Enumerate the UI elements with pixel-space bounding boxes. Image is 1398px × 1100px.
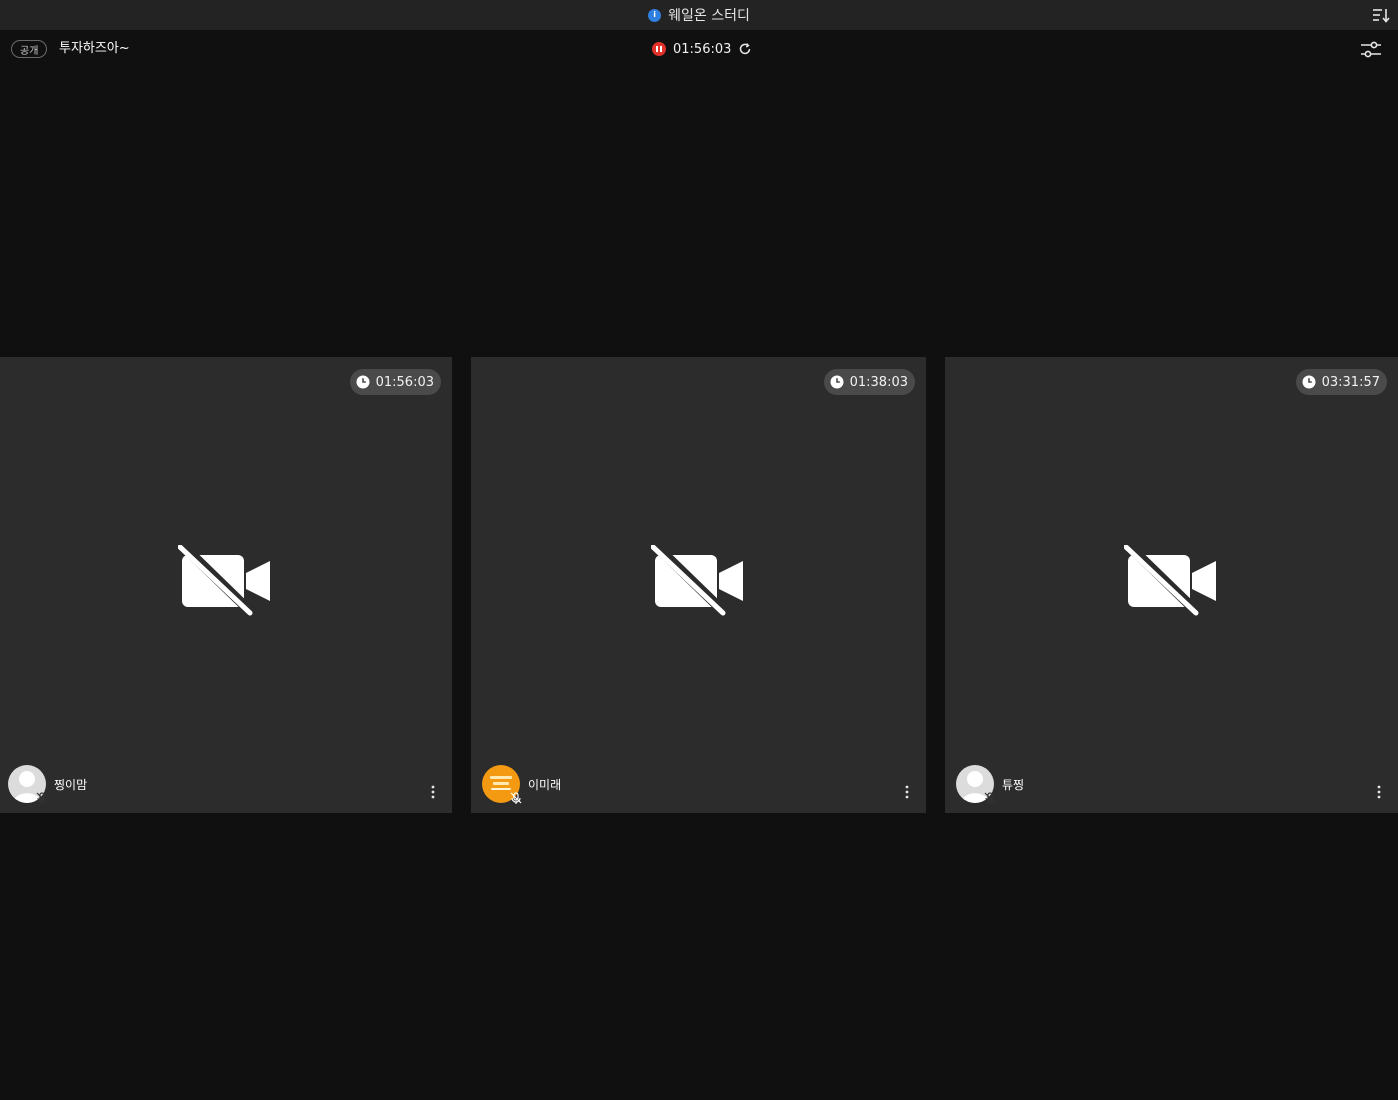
participant-info: 튜찡 — [956, 765, 1025, 804]
more-options-icon[interactable] — [430, 785, 436, 799]
participant-timer: 03:31:57 — [1295, 369, 1387, 395]
participant-name: 튜찡 — [1002, 777, 1025, 792]
settings-sliders-icon[interactable] — [1360, 40, 1382, 60]
window-titlebar: i 웨일온 스터디 — [0, 0, 1398, 30]
camera-off-icon — [178, 545, 270, 617]
participant-info: 이미래 — [482, 765, 562, 804]
room-header: 공개 투자하즈아~ 01:56:03 — [0, 30, 1398, 70]
session-timer: 01:56:03 — [652, 41, 752, 57]
more-options-icon[interactable] — [1376, 785, 1382, 799]
mic-off-icon — [984, 792, 996, 804]
participant-timer-text: 01:38:03 — [849, 374, 908, 390]
participant-info: 찡이맘 — [8, 765, 88, 804]
participant-tile[interactable]: 03:31:57 튜찡 — [945, 357, 1398, 813]
participant-timer-text: 03:31:57 — [1321, 374, 1380, 390]
more-options-icon[interactable] — [904, 785, 910, 799]
participant-timer-text: 01:56:03 — [375, 374, 434, 390]
participant-tile[interactable]: 01:56:03 찡이맘 — [0, 357, 452, 813]
camera-off-icon — [1123, 545, 1216, 617]
session-elapsed: 01:56:03 — [673, 41, 732, 57]
mic-off-icon — [36, 792, 48, 804]
sort-icon[interactable] — [1372, 6, 1390, 24]
window-title-group: i 웨일온 스터디 — [648, 5, 750, 25]
clock-icon — [1302, 375, 1316, 389]
participant-name: 찡이맘 — [54, 777, 88, 792]
refresh-icon[interactable] — [738, 42, 752, 56]
participant-timer: 01:56:03 — [349, 369, 441, 395]
camera-off-icon — [650, 545, 743, 617]
window-title: 웨일온 스터디 — [668, 8, 750, 24]
room-name: 투자하즈아~ — [59, 41, 130, 56]
clock-icon — [830, 375, 844, 389]
mic-off-icon — [510, 792, 522, 804]
participant-tile[interactable]: 01:38:03 이미래 — [471, 357, 926, 813]
visibility-badge[interactable]: 공개 — [11, 40, 48, 58]
participant-timer: 01:38:03 — [823, 369, 915, 395]
pause-recording-icon[interactable] — [652, 42, 666, 56]
participant-name: 이미래 — [528, 777, 562, 792]
clock-icon — [356, 375, 370, 389]
info-circle-icon: i — [648, 8, 662, 22]
